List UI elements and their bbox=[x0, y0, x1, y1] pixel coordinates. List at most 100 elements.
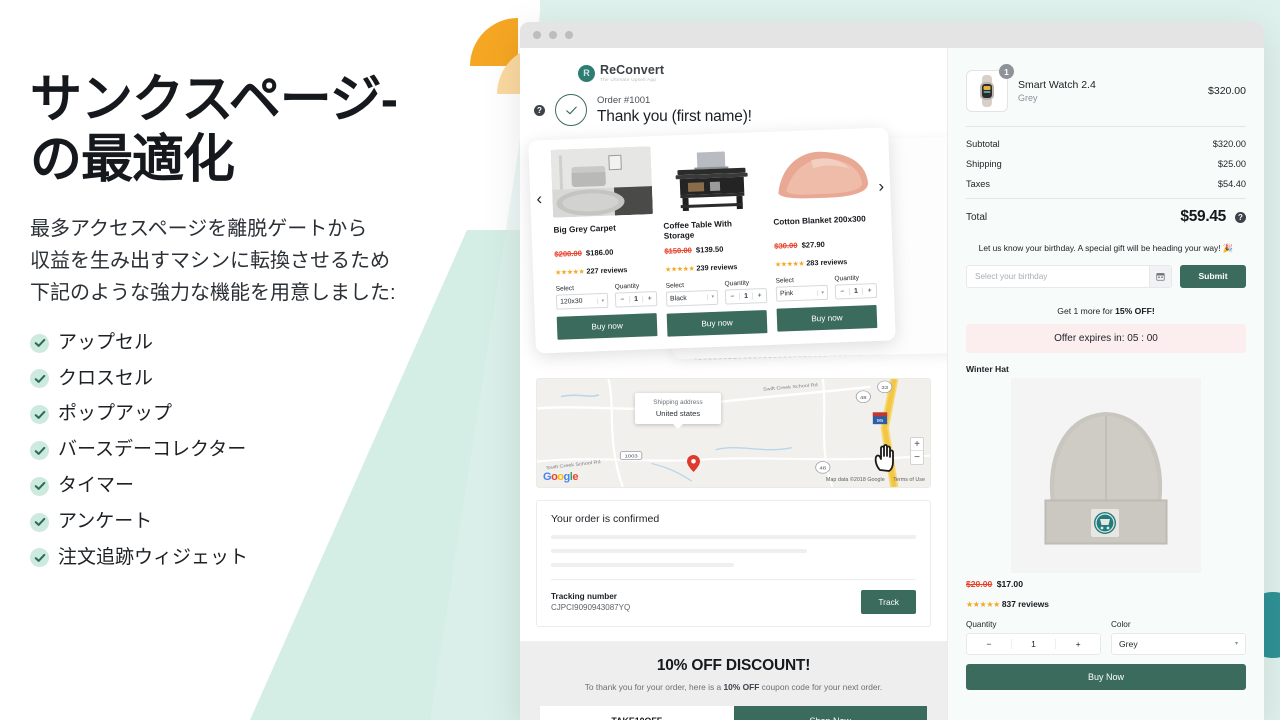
summary-line-value: $320.00 bbox=[1212, 139, 1246, 149]
upsell-headline: Get 1 more for 15% OFF! bbox=[966, 306, 1246, 316]
map-attribution: Map data ©2018 Google Terms of Use bbox=[819, 477, 925, 483]
screenshot-root: サンクスページ- の最適化 最多アクセスページを離脱ゲートから 収益を生み出すマ… bbox=[0, 0, 1280, 720]
reconvert-logo: R ReConvert The Ultimate Upsell App bbox=[520, 48, 947, 82]
order-confirmed-check-icon bbox=[555, 94, 587, 127]
quantity-increment[interactable]: + bbox=[1056, 639, 1100, 649]
quantity-decrement[interactable]: − bbox=[616, 296, 629, 303]
carousel-prev-button[interactable]: ‹ bbox=[536, 189, 542, 208]
submit-birthday-button[interactable]: Submit bbox=[1180, 264, 1246, 288]
calendar-icon[interactable] bbox=[1149, 265, 1171, 287]
upsell-buy-now-button[interactable]: Buy Now bbox=[966, 663, 1246, 690]
quantity-decrement[interactable]: − bbox=[726, 293, 739, 300]
product-old-price: $200.00 bbox=[554, 248, 583, 259]
quantity-value: 1 bbox=[628, 295, 644, 304]
map-tooltip: Shipping address United states bbox=[635, 393, 721, 430]
browser-title-bar bbox=[520, 22, 1264, 48]
quantity-increment[interactable]: + bbox=[753, 292, 766, 299]
product-options: Select Black ▾ Quantity − 1 + bbox=[665, 279, 768, 307]
feature-label: バースデーコレクター bbox=[58, 439, 247, 461]
close-window-dot[interactable] bbox=[533, 31, 541, 39]
summary-line-item: 1 Smart Watch 2.4 Grey $320.00 bbox=[966, 64, 1246, 126]
help-icon[interactable]: ? bbox=[534, 104, 545, 116]
select-label: Select bbox=[665, 281, 685, 290]
buy-now-button[interactable]: Buy now bbox=[556, 313, 658, 340]
product-card[interactable]: Big Grey Carpet $200.00 $186.00 ★★★★★ 227… bbox=[550, 146, 658, 340]
feature-item: バースデーコレクター bbox=[30, 439, 500, 462]
quantity-decrement[interactable]: − bbox=[836, 288, 849, 295]
summary-line-label: Shipping bbox=[966, 159, 1002, 169]
variant-select[interactable]: 120x30 ▾ bbox=[555, 292, 609, 310]
birthday-form: Select your birthday Submit bbox=[966, 264, 1246, 288]
reconvert-logo-icon: R bbox=[578, 64, 595, 82]
discount-subtitle: To thank you for your order, here is a 1… bbox=[540, 681, 927, 694]
product-price: $30.00 $27.90 bbox=[774, 238, 874, 251]
map-zoom-controls[interactable]: + − bbox=[910, 437, 924, 466]
product-reviews: 239 reviews bbox=[696, 261, 738, 273]
hand-cursor-icon bbox=[874, 444, 894, 472]
upsell-color-select[interactable]: Grey ▾ bbox=[1111, 632, 1246, 655]
carousel-next-button[interactable]: › bbox=[878, 177, 884, 196]
order-number: Order #1001 bbox=[597, 94, 651, 106]
upsell-price: $20.00 $17.00 bbox=[966, 579, 1246, 589]
product-card[interactable]: Cotton Blanket 200x300 $30.00 $27.90 ★★★… bbox=[770, 138, 878, 332]
quantity-stepper[interactable]: − 1 + bbox=[724, 287, 768, 305]
coupon-code[interactable]: TAKE10OFF bbox=[540, 705, 734, 720]
maximize-window-dot[interactable] bbox=[565, 31, 573, 39]
order-confirmation-card: Your order is confirmed Tracking number … bbox=[536, 500, 931, 628]
check-icon bbox=[30, 512, 49, 532]
birthday-input[interactable]: Select your birthday bbox=[966, 264, 1172, 288]
shop-now-button[interactable]: Shop Now bbox=[733, 705, 927, 720]
quantity-value: 1 bbox=[1010, 638, 1057, 649]
divider bbox=[551, 579, 916, 581]
help-icon[interactable]: ? bbox=[1235, 211, 1246, 223]
map-tooltip-label: Shipping address bbox=[653, 399, 703, 407]
chevron-down-icon: ▾ bbox=[597, 297, 605, 304]
chevron-down-icon: ▾ bbox=[817, 289, 825, 296]
quantity-stepper[interactable]: − 1 + bbox=[614, 291, 658, 308]
confirmation-title: Your order is confirmed bbox=[551, 513, 660, 526]
product-reviews: 283 reviews bbox=[806, 257, 848, 268]
minimize-window-dot[interactable] bbox=[549, 31, 557, 39]
buy-now-button[interactable]: Buy now bbox=[776, 305, 878, 332]
svg-text:48: 48 bbox=[820, 466, 827, 471]
discount-banner: 10% OFF DISCOUNT! To thank you for your … bbox=[520, 641, 947, 720]
product-options: Select 120x30 ▾ Quantity − 1 + bbox=[555, 282, 658, 310]
upsell-product-image-winter-hat bbox=[966, 377, 1246, 573]
product-price: $150.00 $139.50 bbox=[664, 243, 764, 255]
map-zoom-out-button[interactable]: − bbox=[911, 451, 923, 464]
quantity-label: Quantity bbox=[834, 274, 860, 283]
variant-select[interactable]: Pink ▾ bbox=[775, 284, 829, 302]
check-icon bbox=[30, 405, 49, 425]
skeleton-line bbox=[551, 549, 807, 554]
quantity-decrement[interactable]: − bbox=[967, 639, 1011, 649]
feature-label: タイマー bbox=[58, 474, 135, 496]
track-button[interactable]: Track bbox=[861, 590, 916, 615]
upsell-quantity-stepper[interactable]: − 1 + bbox=[966, 632, 1101, 655]
feature-item: ポップアップ bbox=[30, 403, 500, 426]
product-title: Coffee Table With Storage bbox=[663, 219, 733, 242]
quantity-increment[interactable]: + bbox=[643, 295, 656, 302]
upsell-old-price: $20.00 bbox=[966, 578, 993, 589]
map-terms-link[interactable]: Terms of Use bbox=[893, 477, 925, 483]
discount-title: 10% OFF DISCOUNT! bbox=[656, 657, 811, 675]
product-options: Select Pink ▾ Quantity − 1 + bbox=[775, 274, 878, 302]
feature-label: アンケート bbox=[58, 510, 153, 532]
star-rating-icon: ★★★★★ bbox=[966, 599, 1000, 609]
upsell-discount-text: 15% OFF! bbox=[1115, 305, 1155, 316]
google-logo: Google bbox=[543, 471, 578, 484]
check-icon bbox=[30, 441, 49, 461]
summary-item-variant: Grey bbox=[1018, 93, 1038, 103]
quantity-increment[interactable]: + bbox=[863, 287, 876, 294]
quantity-stepper[interactable]: − 1 + bbox=[834, 283, 878, 300]
product-card[interactable]: Coffee Table With Storage $150.00 $139.5… bbox=[660, 142, 768, 337]
variant-select[interactable]: Black ▾ bbox=[665, 289, 719, 307]
check-icon bbox=[30, 476, 49, 496]
discount-subtitle-bold: 10% OFF bbox=[723, 682, 760, 693]
product-image-carpet bbox=[550, 146, 654, 218]
map-zoom-in-button[interactable]: + bbox=[911, 438, 923, 452]
thank-you-page: R ReConvert The Ultimate Upsell App ? Or… bbox=[520, 48, 1264, 720]
chevron-down-icon: ▾ bbox=[1234, 641, 1238, 648]
feature-item: アンケート bbox=[30, 511, 500, 534]
feature-list: アップセル クロスセル ポップアップ バースデーコレクター タイマー アンケート bbox=[30, 332, 500, 570]
buy-now-button[interactable]: Buy now bbox=[666, 309, 768, 337]
